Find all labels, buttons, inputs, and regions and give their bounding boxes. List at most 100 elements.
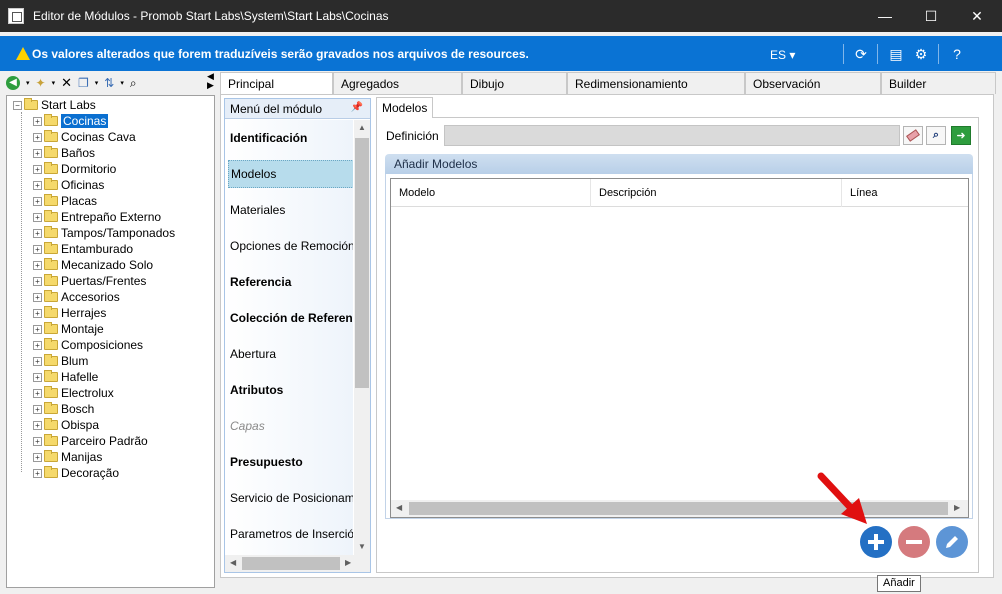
expand-icon[interactable]: + xyxy=(33,404,42,414)
edit-button[interactable] xyxy=(936,526,968,558)
expand-icon[interactable]: + xyxy=(33,436,42,446)
tree-item[interactable]: + Bosch xyxy=(33,401,94,417)
tree-item[interactable]: + Entrepaño Externo xyxy=(33,209,161,225)
menu-item-parametros-de-insercion[interactable]: Parametros de Inserción xyxy=(228,520,353,548)
tree-item[interactable]: + Mecanizado Solo xyxy=(33,257,153,273)
close-button[interactable]: ✕ xyxy=(954,0,1000,32)
expand-icon[interactable]: + xyxy=(33,292,42,302)
expand-icon[interactable]: + xyxy=(33,308,42,318)
menu-vertical-scrollbar[interactable]: ▲ ▼ xyxy=(354,120,370,555)
tab-principal[interactable]: Principal xyxy=(220,72,333,95)
scroll-left-icon[interactable]: ◀ xyxy=(230,558,236,567)
dropdown-icon[interactable]: ▾ xyxy=(95,79,99,87)
tab-observacion[interactable]: Observación xyxy=(745,72,881,94)
tree-item[interactable]: + Accesorios xyxy=(33,289,120,305)
dropdown-icon[interactable]: ▾ xyxy=(26,79,30,87)
tree-item[interactable]: + Cocinas xyxy=(33,113,109,129)
maximize-button[interactable]: ☐ xyxy=(908,0,954,32)
go-arrow-icon[interactable]: ➜ xyxy=(951,126,971,145)
menu-item-opciones-de-remocion[interactable]: Opciones de Remoción xyxy=(228,232,353,260)
tree-item[interactable]: + Parceiro Padrão xyxy=(33,433,148,449)
menu-item-atributos[interactable]: Atributos xyxy=(228,376,353,404)
expand-icon[interactable]: + xyxy=(33,116,42,126)
scroll-left-icon[interactable]: ◀ xyxy=(396,503,402,512)
tree-item[interactable]: + Oficinas xyxy=(33,177,104,193)
tab-modelos[interactable]: Modelos xyxy=(376,97,434,118)
tree-item[interactable]: + Hafelle xyxy=(33,369,98,385)
tree-item[interactable]: + Cocinas Cava xyxy=(33,129,136,145)
sort-icon[interactable]: ⇅ xyxy=(104,76,114,90)
definition-field[interactable] xyxy=(444,125,900,146)
menu-horizontal-scrollbar[interactable]: ◀ ▶ xyxy=(225,555,370,572)
column-header-descripcion[interactable]: Descripción xyxy=(591,179,842,207)
tree-item[interactable]: + Placas xyxy=(33,193,97,209)
tab-redimensionamiento[interactable]: Redimensionamiento xyxy=(567,72,745,94)
tree-item[interactable]: + Manijas xyxy=(33,449,102,465)
help-icon[interactable]: ? xyxy=(946,44,968,64)
tree-item[interactable]: + Obispa xyxy=(33,417,99,433)
expand-icon[interactable]: + xyxy=(33,340,42,350)
dropdown-icon[interactable]: ▾ xyxy=(120,79,124,87)
expand-icon[interactable]: + xyxy=(33,388,42,398)
binoculars-icon[interactable]: ⌕ xyxy=(926,126,946,145)
find-icon[interactable]: ⌕ xyxy=(130,76,137,91)
tab-dibujo[interactable]: Dibujo xyxy=(462,72,567,94)
scroll-thumb[interactable] xyxy=(355,138,369,388)
tree-item[interactable]: + Composiciones xyxy=(33,337,143,353)
scroll-right-icon[interactable]: ▶ xyxy=(954,503,960,512)
scroll-right-icon[interactable]: ▶ xyxy=(345,558,351,567)
tree-item[interactable]: + Dormitorio xyxy=(33,161,116,177)
tree-item[interactable]: + Baños xyxy=(33,145,95,161)
menu-item-identificacion[interactable]: Identificación xyxy=(228,124,353,152)
expand-icon[interactable]: + xyxy=(33,324,42,334)
tree-item[interactable]: + Decoração xyxy=(33,465,119,481)
language-selector[interactable]: ES ▾ xyxy=(770,48,795,62)
layout-icon[interactable]: ▤ xyxy=(885,44,907,64)
menu-item-materiales[interactable]: Materiales xyxy=(228,196,353,224)
delete-icon[interactable]: ✕ xyxy=(61,75,72,91)
expand-icon[interactable]: + xyxy=(33,196,42,206)
menu-item-abertura[interactable]: Abertura xyxy=(228,340,353,368)
column-header-linea[interactable]: Línea xyxy=(842,179,968,207)
expand-icon[interactable]: + xyxy=(33,132,42,142)
collapse-icon[interactable]: − xyxy=(13,100,22,110)
expand-icon[interactable]: + xyxy=(33,260,42,270)
expand-icon[interactable]: + xyxy=(33,228,42,238)
new-item-icon[interactable]: ✦ xyxy=(36,76,46,90)
column-header-modelo[interactable]: Modelo xyxy=(391,179,591,207)
dropdown-icon[interactable]: ▾ xyxy=(52,79,56,87)
add-button[interactable] xyxy=(860,526,892,558)
minimize-button[interactable]: — xyxy=(862,0,908,32)
eraser-icon[interactable] xyxy=(903,126,923,145)
expand-icon[interactable]: + xyxy=(33,244,42,254)
menu-item-modelos[interactable]: Modelos xyxy=(228,160,353,188)
menu-item-referencia[interactable]: Referencia xyxy=(228,268,353,296)
expand-icon[interactable]: + xyxy=(33,276,42,286)
expand-icon[interactable]: + xyxy=(33,372,42,382)
tree-item[interactable]: + Herrajes xyxy=(33,305,106,321)
pin-icon[interactable]: 📌 xyxy=(351,102,363,113)
scroll-thumb[interactable] xyxy=(242,557,340,570)
tab-agregados[interactable]: Agregados xyxy=(333,72,462,94)
splitter-arrows[interactable]: ◀ ▶ xyxy=(207,72,217,90)
grid-horizontal-scrollbar[interactable]: ◀ ▶ xyxy=(391,500,968,517)
scroll-down-icon[interactable]: ▼ xyxy=(358,542,366,551)
menu-item-presupuesto[interactable]: Presupuesto xyxy=(228,448,353,476)
remove-button[interactable] xyxy=(898,526,930,558)
expand-icon[interactable]: + xyxy=(33,148,42,158)
expand-icon[interactable]: + xyxy=(33,420,42,430)
expand-icon[interactable]: + xyxy=(33,356,42,366)
expand-icon[interactable]: + xyxy=(33,212,42,222)
tree-item[interactable]: + Puertas/Frentes xyxy=(33,273,146,289)
arrow-right-icon[interactable]: ▶ xyxy=(207,81,217,90)
tab-builder[interactable]: Builder xyxy=(881,72,996,94)
tree-item[interactable]: + Tampos/Tamponados xyxy=(33,225,175,241)
menu-item-coleccion-de-referencia[interactable]: Colección de Referencia xyxy=(228,304,353,332)
tree-root[interactable]: − Start Labs xyxy=(13,97,96,113)
menu-item-servicio-de-posicionamiento[interactable]: Servicio de Posicionamiento xyxy=(228,484,353,512)
tree-item[interactable]: + Entamburado xyxy=(33,241,133,257)
expand-icon[interactable]: + xyxy=(33,452,42,462)
expand-icon[interactable]: + xyxy=(33,164,42,174)
scroll-up-icon[interactable]: ▲ xyxy=(358,123,366,132)
back-icon[interactable]: ◀ xyxy=(6,76,20,90)
